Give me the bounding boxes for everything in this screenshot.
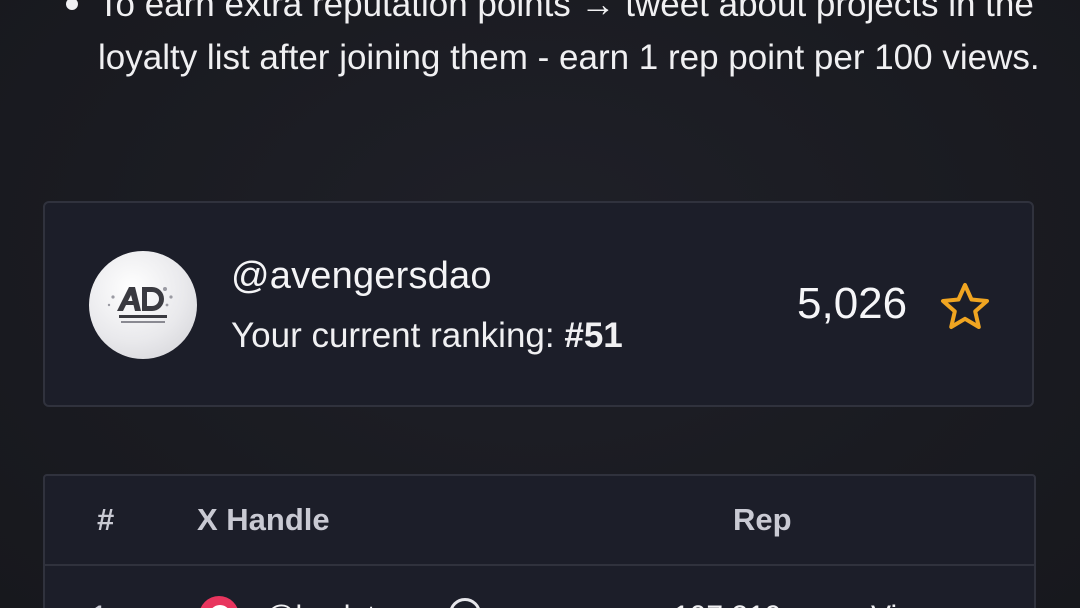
info-bullet-list: To earn extra reputation points → tweet … bbox=[60, 0, 1050, 84]
column-header-rep[interactable]: Rep bbox=[733, 502, 792, 538]
row-rank: 1 bbox=[91, 600, 108, 608]
table-header: # X Handle Rep bbox=[45, 476, 1034, 566]
ranking-label: Your current ranking: bbox=[231, 316, 555, 355]
row-views: Vi bbox=[871, 600, 897, 608]
info-bullet-text: To earn extra reputation points → tweet … bbox=[98, 0, 1040, 77]
info-bullet-item: To earn extra reputation points → tweet … bbox=[60, 0, 1050, 84]
avengers-dao-logo-icon bbox=[107, 287, 173, 323]
star-icon bbox=[941, 283, 989, 329]
ranking-text: Your current ranking: #51 bbox=[231, 316, 623, 356]
ranking-value: #51 bbox=[564, 316, 623, 355]
page: To earn extra reputation points → tweet … bbox=[0, 0, 1080, 608]
table-row[interactable]: 1 @lasdata 107,219 Vi bbox=[45, 566, 1034, 608]
row-handle[interactable]: @lasdata bbox=[265, 600, 392, 608]
column-header-rank[interactable]: # bbox=[97, 502, 114, 538]
column-header-handle[interactable]: X Handle bbox=[197, 502, 330, 538]
rep-score: 5,026 bbox=[797, 279, 908, 328]
profile-handle: @avengersdao bbox=[231, 255, 492, 297]
bullet-dot-icon bbox=[66, 0, 78, 10]
verified-badge-icon bbox=[449, 598, 481, 608]
leaderboard-table: # X Handle Rep 1 @lasdata 107,219 Vi bbox=[43, 474, 1036, 608]
profile-card: @avengersdao Your current ranking: #51 5… bbox=[43, 201, 1034, 407]
avatar[interactable] bbox=[89, 251, 197, 359]
row-avatar[interactable] bbox=[199, 596, 239, 608]
row-rep: 107,219 bbox=[673, 600, 781, 608]
